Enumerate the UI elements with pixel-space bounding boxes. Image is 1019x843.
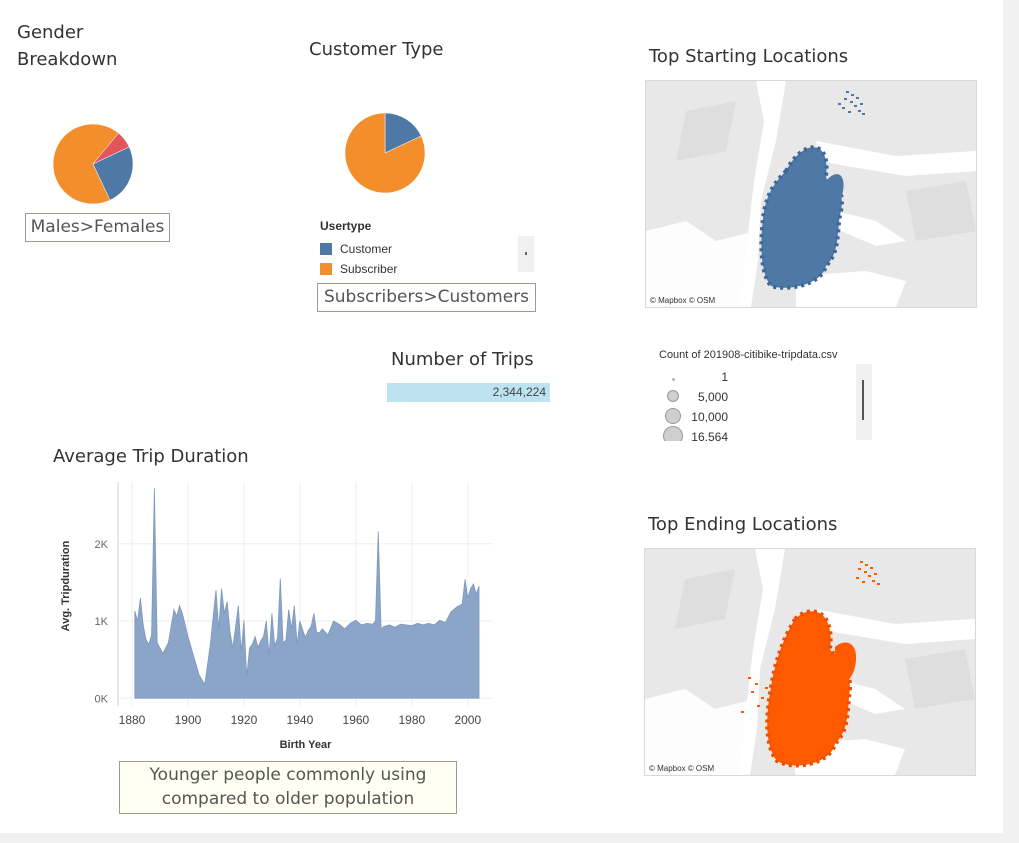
size-label-3: 10,000 <box>691 410 728 424</box>
x-tick-label: 1960 <box>343 713 370 727</box>
customer-note: Subscribers>Customers <box>317 283 536 312</box>
x-tick-label: 1980 <box>398 713 425 727</box>
y-tick-label: 1K <box>95 616 109 628</box>
gender-title-line1: Gender <box>17 22 84 43</box>
dashboard-bottom-edge <box>0 833 1019 843</box>
y-tick-label: 2K <box>95 539 109 551</box>
duration-area-chart[interactable]: 0K 1K 2K 1880 1900 1920 1940 1960 1980 2000 Birth … <box>40 474 510 754</box>
subscriber-swatch <box>320 263 332 275</box>
x-tick-label: 1940 <box>287 713 314 727</box>
legend-item-subscriber[interactable]: Subscriber <box>320 259 397 279</box>
size-dot-3 <box>665 407 681 424</box>
size-label-4: 16,564 <box>691 430 728 441</box>
x-tick-label: 1900 <box>175 713 202 727</box>
gender-note: Males>Females <box>25 213 170 242</box>
legend-label-customer: Customer <box>340 242 393 256</box>
start-map-title: Top Starting Locations <box>649 46 849 67</box>
duration-note: Younger people commonly using compared t… <box>119 761 457 814</box>
size-legend: Count of 201908-citibike-tripdata.csv 1 … <box>658 347 872 441</box>
customer-swatch <box>320 243 332 255</box>
legend-scrollbar[interactable] <box>518 236 534 272</box>
legend-item-customer[interactable]: Customer <box>320 239 397 259</box>
size-legend-scrollbar[interactable] <box>856 364 872 440</box>
trips-kpi-bar: 2,344,224 <box>387 383 550 402</box>
size-legend-item: 5,000 <box>658 387 872 407</box>
size-label-2: 5,000 <box>697 390 728 404</box>
y-axis-title: Avg. Tripduration <box>60 540 72 631</box>
size-legend-item: 10,000 <box>658 407 872 427</box>
size-legend-scrollbar-thumb[interactable] <box>862 380 864 420</box>
size-dot-1 <box>671 378 675 381</box>
legend-label-subscriber: Subscriber <box>340 262 398 276</box>
start-map-canvas: © Mapbox © OSM <box>646 81 976 307</box>
end-map-credit: © Mapbox © OSM <box>649 764 714 773</box>
trips-title: Number of Trips <box>391 349 534 370</box>
scrollbar-thumb[interactable] <box>525 252 527 255</box>
gender-title: Gender Breakdown <box>17 19 117 73</box>
usertype-legend: Usertype Customer Subscriber <box>320 219 397 279</box>
start-map-credit: © Mapbox © OSM <box>650 296 715 305</box>
end-map-title: Top Ending Locations <box>648 514 838 535</box>
dashboard-right-edge <box>1003 0 1019 843</box>
x-axis-title: Birth Year <box>280 739 332 751</box>
size-dot-2 <box>667 389 679 402</box>
customer-pie-chart[interactable] <box>344 112 426 194</box>
x-tick-label: 2000 <box>454 713 481 727</box>
end-map-canvas: © Mapbox © OSM <box>645 549 975 775</box>
duration-area-series[interactable] <box>134 488 480 699</box>
trips-value: 2,344,224 <box>492 385 546 399</box>
usertype-legend-title: Usertype <box>320 219 372 233</box>
size-label-1: 1 <box>721 370 728 384</box>
size-legend-title: Count of 201908-citibike-tripdata.csv <box>659 349 838 361</box>
size-legend-item: 16,564 <box>658 425 872 441</box>
end-map[interactable]: © Mapbox © OSM <box>644 548 976 776</box>
x-tick-label: 1920 <box>231 713 258 727</box>
gender-title-line2: Breakdown <box>17 49 118 70</box>
duration-title: Average Trip Duration <box>53 446 249 467</box>
size-dot-4 <box>663 425 683 441</box>
x-tick-label: 1880 <box>119 713 146 727</box>
customer-title: Customer Type <box>309 39 444 60</box>
size-legend-item: 1 <box>658 367 872 387</box>
gender-pie-chart[interactable] <box>52 123 134 205</box>
y-tick-label: 0K <box>95 693 109 705</box>
start-map[interactable]: © Mapbox © OSM <box>645 80 977 308</box>
